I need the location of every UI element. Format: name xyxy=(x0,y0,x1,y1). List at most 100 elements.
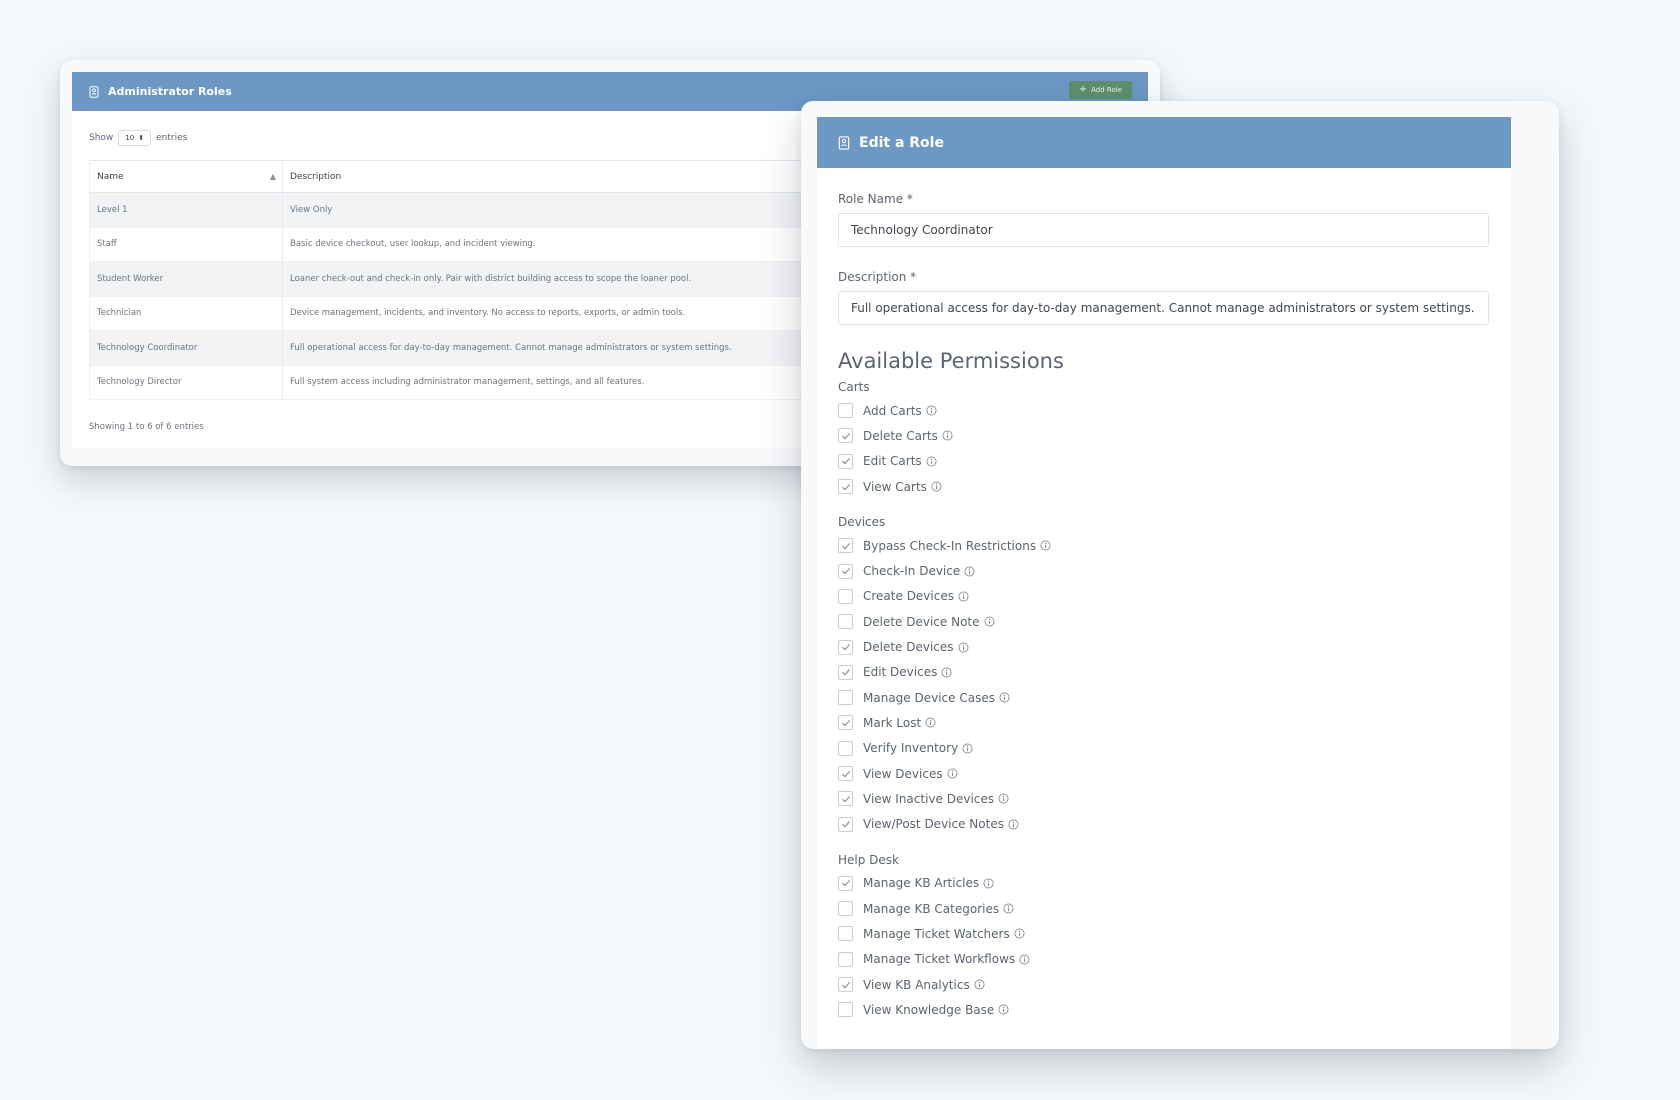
permission-checkbox[interactable] xyxy=(838,875,853,891)
id-badge-icon xyxy=(838,135,850,150)
info-icon[interactable] xyxy=(926,405,937,416)
role-name-cell: Student Worker xyxy=(89,261,283,297)
info-icon[interactable] xyxy=(1040,540,1051,551)
role-name-cell: Staff xyxy=(89,227,283,262)
permission-checkbox[interactable] xyxy=(838,926,853,942)
permission-label: Manage KB Articles xyxy=(863,876,980,891)
permission-group-title: Devices xyxy=(838,515,886,530)
edit-role-form: Role Name * Description * Available Perm… xyxy=(817,192,1511,1023)
info-icon[interactable] xyxy=(947,768,958,779)
permission-label: Check-In Device xyxy=(863,564,961,579)
permission-label: View Devices xyxy=(863,766,943,781)
permission-checkbox[interactable] xyxy=(838,563,853,579)
edit-role-window: Edit a Role Role Name * Description * Av… xyxy=(801,101,1559,1049)
permission-checkbox[interactable] xyxy=(838,588,853,604)
permission-checkbox[interactable] xyxy=(838,453,853,469)
info-icon[interactable] xyxy=(964,566,975,577)
edit-role-card: Edit a Role Role Name * Description * Av… xyxy=(817,117,1511,1049)
permission-checkbox[interactable] xyxy=(838,403,853,419)
check-icon xyxy=(841,770,850,777)
check-icon xyxy=(841,644,850,651)
permission-item: Edit Devices xyxy=(838,660,1490,685)
permission-label: Manage Device Cases xyxy=(863,690,995,705)
permission-checkbox[interactable] xyxy=(838,715,853,731)
check-icon xyxy=(841,669,850,676)
info-icon[interactable] xyxy=(1019,954,1030,965)
permission-checkbox[interactable] xyxy=(838,951,853,967)
info-icon[interactable] xyxy=(1014,928,1025,939)
info-icon[interactable] xyxy=(926,456,937,467)
permission-item: Delete Carts xyxy=(838,423,1490,448)
permission-label: Create Devices xyxy=(863,589,954,604)
info-icon[interactable] xyxy=(984,616,995,627)
entries-value: 10 xyxy=(125,134,135,142)
info-icon[interactable] xyxy=(1003,903,1014,914)
permission-checkbox[interactable] xyxy=(838,1002,853,1018)
info-icon[interactable] xyxy=(962,743,973,754)
permission-label: View Inactive Devices xyxy=(863,791,995,806)
info-icon[interactable] xyxy=(941,667,952,678)
permission-checkbox[interactable] xyxy=(838,664,853,680)
info-icon[interactable] xyxy=(942,430,953,441)
permission-label: View Knowledge Base xyxy=(863,1002,995,1017)
permission-item: Check-In Device xyxy=(838,558,1490,583)
permission-checkbox[interactable] xyxy=(838,690,853,706)
role-name-cell: Level 1 xyxy=(89,192,283,228)
info-icon[interactable] xyxy=(1008,819,1019,830)
check-icon xyxy=(841,981,850,989)
permissions-title: Available Permissions xyxy=(838,349,1064,373)
permission-list: Add Carts Delete Carts Edit Carts View Cart… xyxy=(838,398,1490,499)
info-icon[interactable] xyxy=(983,878,994,889)
plus-icon: + xyxy=(1078,84,1088,95)
role-name-input[interactable] xyxy=(838,213,1489,247)
permission-item: Edit Carts xyxy=(838,449,1490,474)
id-badge-icon xyxy=(89,85,99,98)
add-role-button[interactable]: + Add Role xyxy=(1068,80,1132,99)
permission-item: View Knowledge Base xyxy=(838,997,1490,1022)
permission-checkbox[interactable] xyxy=(838,791,853,807)
info-icon[interactable] xyxy=(999,692,1010,703)
permission-item: Manage Ticket Workflows xyxy=(838,947,1490,972)
permission-item: View Devices xyxy=(838,761,1490,786)
permission-checkbox[interactable] xyxy=(838,977,853,993)
edit-role-header: Edit a Role xyxy=(817,117,1511,168)
check-icon xyxy=(841,568,850,575)
select-arrows-icon: ⬍ xyxy=(138,134,145,142)
info-icon[interactable] xyxy=(958,642,969,653)
permission-checkbox[interactable] xyxy=(838,538,853,554)
permission-checkbox[interactable] xyxy=(838,639,853,655)
permission-label: Manage KB Categories xyxy=(863,901,1000,916)
info-icon[interactable] xyxy=(998,793,1009,804)
info-icon[interactable] xyxy=(958,591,969,602)
check-icon xyxy=(841,542,850,550)
permission-label: Bypass Check-In Restrictions xyxy=(863,538,1037,553)
permission-label: Verify Inventory xyxy=(863,741,959,756)
permission-item: View/Post Device Notes xyxy=(838,811,1490,836)
permission-list: Manage KB Articles Manage KB Categories Ma… xyxy=(838,871,1490,1023)
permission-checkbox[interactable] xyxy=(838,766,853,781)
role-name-cell: Technology Director xyxy=(89,365,283,400)
info-icon[interactable] xyxy=(974,979,985,990)
info-icon[interactable] xyxy=(998,1004,1009,1015)
permission-checkbox[interactable] xyxy=(838,901,853,917)
permission-item: View Carts xyxy=(838,474,1490,499)
role-name-cell: Technology Coordinator xyxy=(89,330,283,366)
permission-checkbox[interactable] xyxy=(838,479,853,495)
permission-item: Mark Lost xyxy=(838,710,1490,735)
permission-item: Bypass Check-In Restrictions xyxy=(838,533,1490,558)
permission-label: Delete Carts xyxy=(863,428,938,443)
permission-checkbox[interactable] xyxy=(838,816,853,832)
info-icon[interactable] xyxy=(931,481,942,492)
permission-groups: Carts Add Carts Delete Carts Edit Carts View… xyxy=(838,380,1490,1023)
table-info: Showing 1 to 6 of 6 entries xyxy=(89,422,204,432)
info-icon[interactable] xyxy=(925,717,936,728)
permission-label: Edit Devices xyxy=(863,665,938,680)
permission-label: Delete Devices xyxy=(863,640,954,655)
permission-checkbox[interactable] xyxy=(838,614,853,630)
entries-select[interactable]: 10 ⬍ xyxy=(118,130,152,146)
permission-checkbox[interactable] xyxy=(838,428,853,444)
description-input[interactable] xyxy=(838,291,1489,325)
permission-checkbox[interactable] xyxy=(838,740,853,756)
column-header-name[interactable]: Name ▲ xyxy=(89,160,283,193)
entries-label: entries xyxy=(156,133,188,143)
